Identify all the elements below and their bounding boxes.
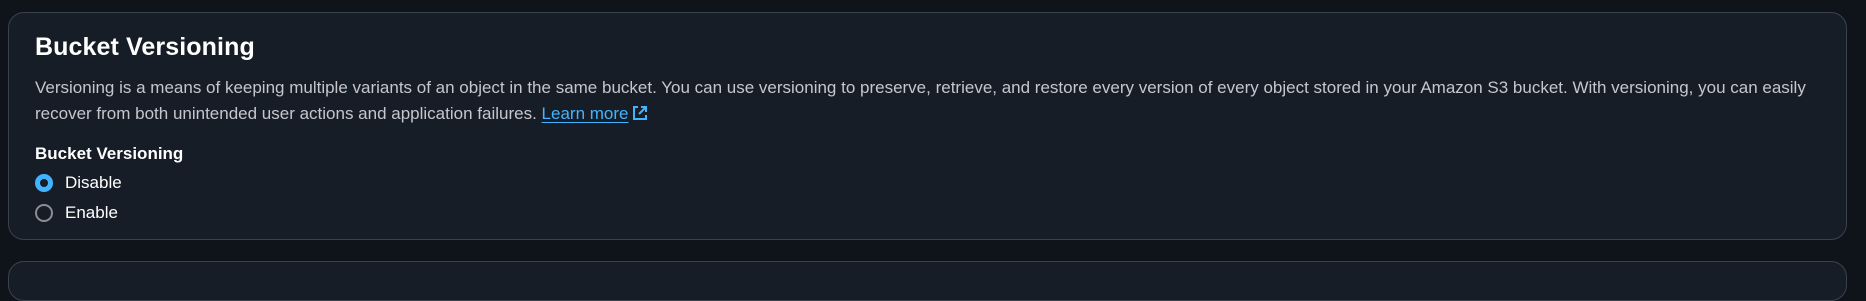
radio-button-enable[interactable] — [35, 204, 53, 222]
radio-option-disable[interactable]: Disable — [35, 173, 122, 193]
bucket-versioning-panel: Bucket Versioning Versioning is a means … — [8, 12, 1847, 240]
section-description: Versioning is a means of keeping multipl… — [35, 75, 1825, 127]
radio-label-disable: Disable — [65, 173, 122, 192]
radio-label-enable: Enable — [65, 203, 118, 222]
learn-more-label: Learn more — [541, 104, 629, 123]
external-link-icon — [633, 106, 648, 120]
description-text: Versioning is a means of keeping multipl… — [35, 78, 1806, 123]
radio-button-disable[interactable] — [35, 174, 53, 192]
section-title: Bucket Versioning — [35, 33, 255, 61]
versioning-field-label: Bucket Versioning — [35, 144, 184, 163]
next-section-panel — [8, 261, 1847, 301]
radio-option-enable[interactable]: Enable — [35, 203, 118, 223]
learn-more-link[interactable]: Learn more — [542, 104, 649, 123]
